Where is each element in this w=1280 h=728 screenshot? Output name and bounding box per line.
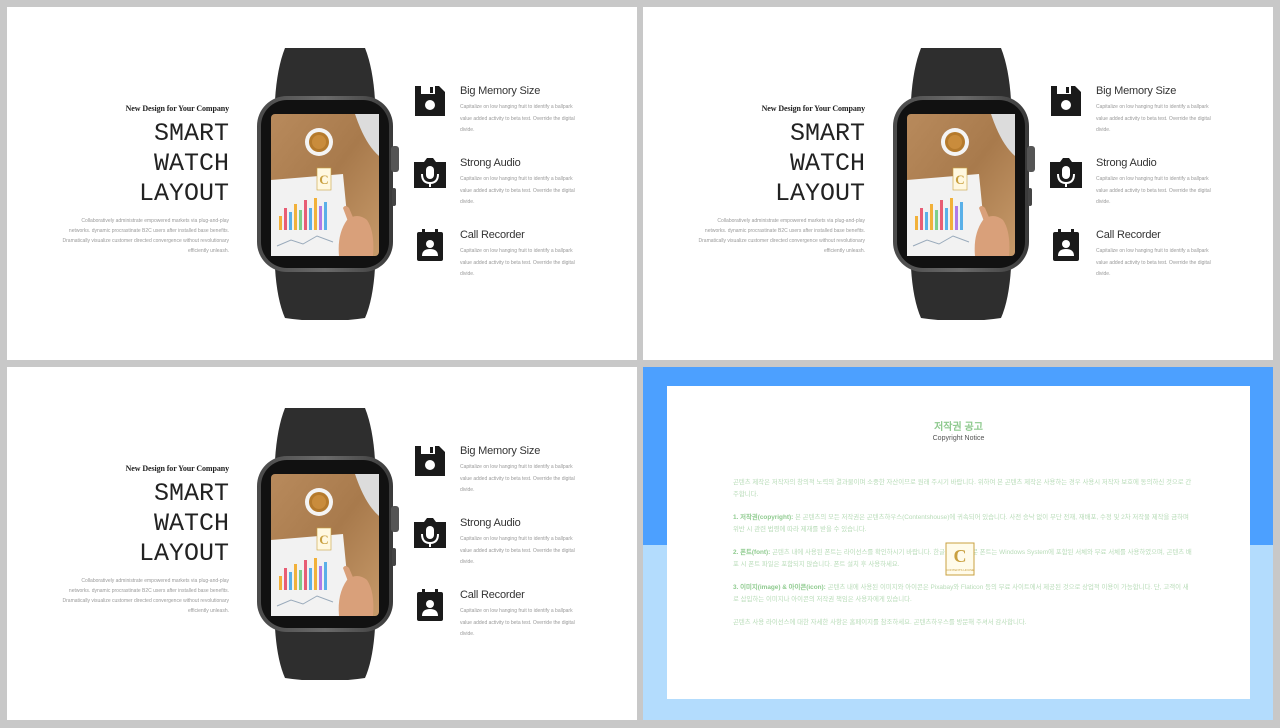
logo-text: CONTENTS HOUSE — [946, 568, 974, 572]
feature-title: Big Memory Size — [460, 85, 541, 97]
floppy-disk-icon — [415, 446, 445, 476]
notice-item-head: 3. 이미지(image) & 아이콘(icon): — [733, 584, 826, 591]
slide-2[interactable]: New Design for Your Company SMART WATCH … — [643, 7, 1273, 360]
microphone-icon — [414, 158, 446, 188]
feature-title: Strong Audio — [460, 157, 521, 169]
headline-line: WATCH — [789, 149, 865, 178]
notice-item-text: 본 곤텐츠의 모든 저작권은 곤텐츠하우스(Contentshouse)에 귀속… — [733, 514, 1189, 533]
smartwatch-image — [247, 408, 403, 680]
feature-text: Capitalize on low hanging fruit to ident… — [460, 248, 575, 277]
description: Collaboratively administrate empowered m… — [62, 578, 229, 614]
feature-text: Capitalize on low hanging fruit to ident… — [1096, 104, 1211, 133]
slide-4-copyright[interactable]: 저작권 공고 Copyright Notice 곤텐츠 제작은 저작자의 창의적… — [643, 367, 1273, 720]
slide-1[interactable]: New Design for Your Company SMART WATCH … — [7, 7, 637, 360]
logo-letter: C — [954, 546, 967, 566]
feature-memory: Big Memory Size Capitalize on low hangin… — [413, 444, 583, 504]
headline-line: WATCH — [153, 509, 229, 538]
smartwatch-image — [883, 48, 1039, 320]
headline-line: LAYOUT — [774, 179, 865, 208]
microphone-icon — [414, 518, 446, 548]
feature-text: Capitalize on low hanging fruit to ident… — [460, 536, 575, 565]
feature-title: Call Recorder — [1096, 229, 1161, 241]
notice-title: 저작권 공고 — [934, 422, 983, 433]
headline: SMART WATCH LAYOUT — [67, 479, 229, 569]
notice-card: 저작권 공고 Copyright Notice 곤텐츠 제작은 저작자의 창의적… — [667, 386, 1250, 699]
feature-title: Big Memory Size — [1096, 85, 1177, 97]
notice-item-head: 2. 폰트(font): — [733, 549, 771, 556]
feature-text: Capitalize on low hanging fruit to ident… — [1096, 248, 1211, 277]
notice-subtitle: Copyright Notice — [932, 435, 985, 442]
feature-text: Capitalize on low hanging fruit to ident… — [1096, 176, 1211, 205]
feature-audio: Strong Audio Capitalize on low hanging f… — [413, 156, 583, 216]
feature-title: Call Recorder — [460, 229, 525, 241]
feature-memory: Big Memory Size Capitalize on low hangin… — [413, 84, 583, 144]
headline-line: WATCH — [153, 149, 229, 178]
feature-audio: Strong Audio Capitalize on low hanging f… — [1049, 156, 1219, 216]
description: Collaboratively administrate empowered m… — [698, 218, 865, 254]
feature-title: Call Recorder — [460, 589, 525, 601]
tagline: New Design for Your Company — [761, 104, 865, 113]
contents-house-logo: C CONTENTS HOUSE — [945, 542, 975, 576]
headline-line: SMART — [153, 479, 229, 508]
microphone-icon — [1050, 158, 1082, 188]
feature-title: Strong Audio — [460, 517, 521, 529]
floppy-disk-icon — [1051, 86, 1081, 116]
feature-title: Big Memory Size — [460, 445, 541, 457]
notice-outro: 곤텐츠 사용 라이선스에 대한 자세한 사항은 홈페이지를 참조하세요. 곤텐츠… — [733, 619, 1027, 626]
feature-audio: Strong Audio Capitalize on low hanging f… — [413, 516, 583, 576]
feature-text: Capitalize on low hanging fruit to ident… — [460, 464, 575, 493]
headline-line: SMART — [153, 119, 229, 148]
feature-memory: Big Memory Size Capitalize on low hangin… — [1049, 84, 1219, 144]
feature-recorder: Call Recorder Capitalize on low hanging … — [1049, 228, 1219, 288]
contact-recorder-icon — [417, 229, 443, 261]
headline: SMART WATCH LAYOUT — [67, 119, 229, 209]
feature-text: Capitalize on low hanging fruit to ident… — [460, 608, 575, 637]
slide-3[interactable]: New Design for Your Company SMART WATCH … — [7, 367, 637, 720]
floppy-disk-icon — [415, 86, 445, 116]
contact-recorder-icon — [1053, 229, 1079, 261]
notice-item: 1. 저작권(copyright): 본 곤텐츠의 모든 저작권은 곤텐츠하우스… — [733, 512, 1193, 535]
description: Collaboratively administrate empowered m… — [62, 218, 229, 254]
headline: SMART WATCH LAYOUT — [703, 119, 865, 209]
smartwatch-image — [247, 48, 403, 320]
notice-item: 3. 이미지(image) & 아이콘(icon): 곤텐츠 내에 사용된 이미… — [733, 582, 1193, 605]
feature-title: Strong Audio — [1096, 157, 1157, 169]
tagline: New Design for Your Company — [125, 104, 229, 113]
notice-intro: 곤텐츠 제작은 저작자의 창의적 노력의 결과물이며 소중한 자산이므로 원래 … — [733, 479, 1192, 498]
headline-line: LAYOUT — [138, 539, 229, 568]
tagline: New Design for Your Company — [125, 464, 229, 473]
feature-text: Capitalize on low hanging fruit to ident… — [460, 176, 575, 205]
feature-recorder: Call Recorder Capitalize on low hanging … — [413, 228, 583, 288]
notice-item-head: 1. 저작권(copyright): — [733, 514, 794, 521]
feature-text: Capitalize on low hanging fruit to ident… — [460, 104, 575, 133]
headline-line: LAYOUT — [138, 179, 229, 208]
headline-line: SMART — [789, 119, 865, 148]
contact-recorder-icon — [417, 589, 443, 621]
feature-recorder: Call Recorder Capitalize on low hanging … — [413, 588, 583, 648]
